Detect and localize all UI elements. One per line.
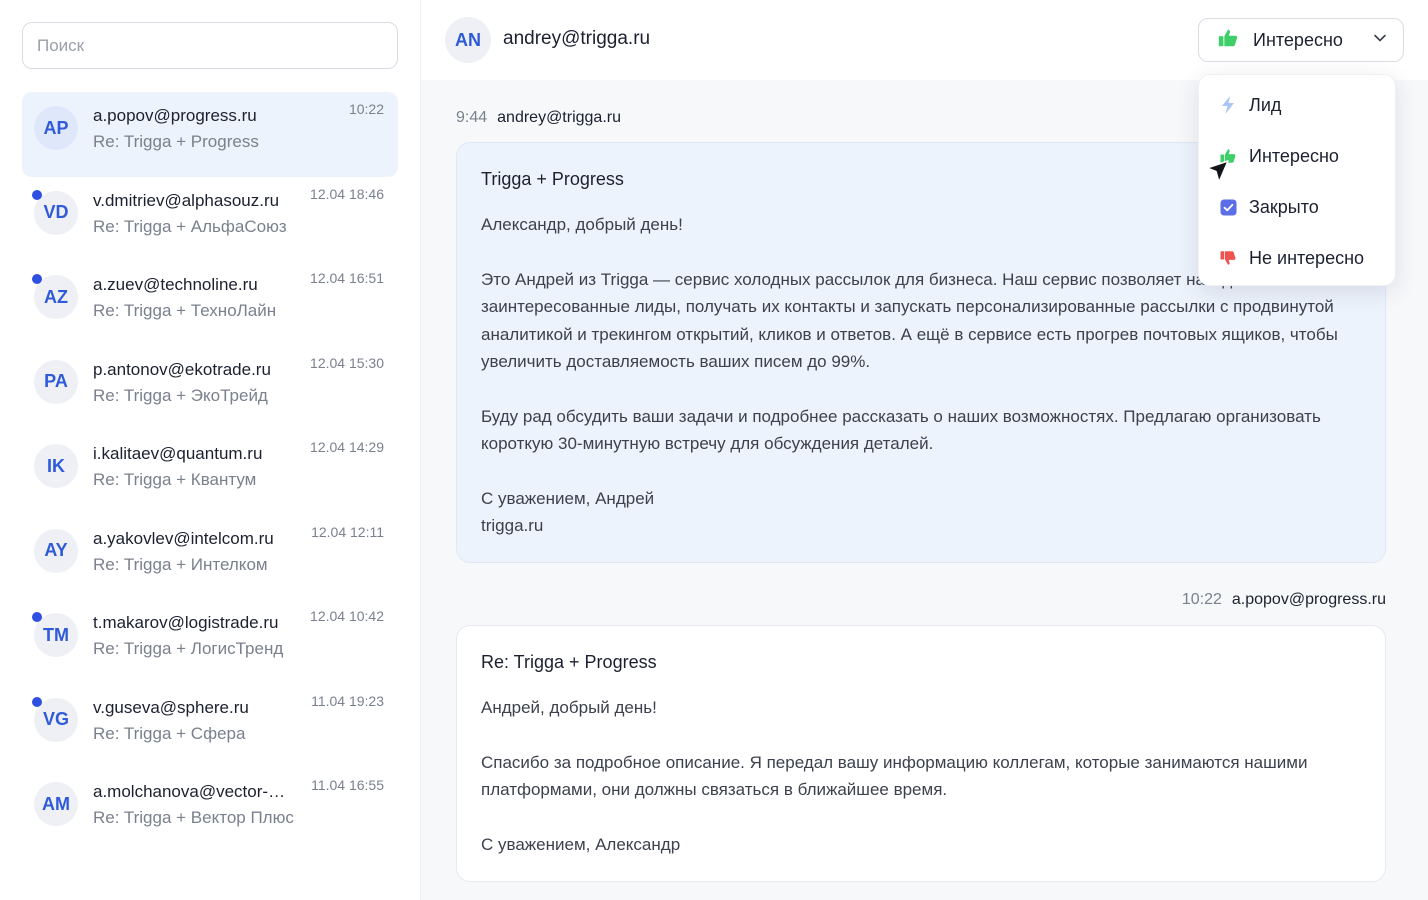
status-option-label: Не интересно [1249,247,1365,268]
message-time: 9:44 [456,109,488,126]
unread-dot [32,274,42,284]
avatar: PA [34,359,78,404]
conversation-subject: Re: Trigga + ТехноЛайн [93,301,277,320]
checkbox-icon [1219,198,1237,216]
conversation-item[interactable]: VG v.guseva@sphere.ru Re: Trigga + Сфера… [22,684,398,769]
conversation-item[interactable]: TM t.makarov@logistrade.ru Re: Trigga + … [22,599,398,684]
conversation-time: 12.04 15:30 [310,354,384,371]
message-meta: 10:22 a.popov@progress.ru [1182,591,1386,609]
unread-dot [32,189,42,200]
conversation-email: v.guseva@sphere.ru [93,697,249,717]
message-body: Андрей, добрый день! Спасибо за подробно… [481,694,1361,858]
conversation-email: a.yakovlev@intelcom.ru [93,528,274,548]
conversation-item[interactable]: AM a.molchanova@vector-plus.ru Re: Trigg… [22,768,398,853]
conversation-subject: Re: Trigga + Сфера [93,723,246,743]
conversation-email: a.zuev@technoline.ru [93,275,258,294]
unread-dot [32,612,42,622]
chevron-down-icon [1373,31,1387,50]
conversation-email: i.kalitaev@quantum.ru [93,444,263,463]
conversation-time: 12.04 10:42 [310,608,384,624]
conversation-time: 11.04 19:23 [311,692,384,709]
message-paragraph: Спасибо за подробное описание. Я передал… [481,752,1308,800]
status-label: Интересно [1253,29,1343,50]
conversation-email: t.makarov@logistrade.ru [93,613,279,632]
status-option-closed[interactable]: Закрыто [1199,185,1397,229]
conversation-item[interactable]: AY a.yakovlev@intelcom.ru Re: Trigga + И… [22,515,398,600]
status-option-not-interested[interactable]: Не интересно [1199,236,1397,280]
conversation-email: v.dmitriev@alphasouz.ru [93,190,280,210]
conversation-subject: Re: Trigga + Вектор Плюс [93,808,294,827]
conversation-time: 12.04 14:29 [310,439,384,455]
conversation-item[interactable]: PA p.antonov@ekotrade.ru Re: Trigga + Эк… [22,346,398,431]
contact-email: andrey@trigga.ru [503,28,651,49]
conversation-item[interactable]: AZ a.zuev@technoline.ru Re: Trigga + Тех… [22,261,398,346]
conversation-subject: Re: Trigga + ЛогисТренд [93,639,284,658]
message-greeting: Андрей, добрый день! [481,698,657,717]
conversation-time: 12.04 18:46 [310,185,384,202]
status-option-label: Интересно [1249,145,1339,166]
message-signature: С уважением, Андрей trigga.ru [481,485,1361,540]
avatar: AP [34,106,78,150]
conversation-subject: Re: Trigga + ЭкоТрейд [93,385,268,405]
status-option-label: Закрыто [1249,196,1319,217]
conversation-email: p.antonov@ekotrade.ru [93,359,271,379]
conversation-item[interactable]: AP a.popov@progress.ru Re: Trigga + Prog… [22,92,398,177]
conversation-subject: Re: Trigga + Квантум [93,470,257,489]
conversation-time: 10:22 [348,101,384,117]
conversation-header: AN andrey@trigga.ru Интересно [421,0,1428,80]
message-time: 10:22 [1181,591,1222,608]
signature-line: trigga.ru [481,516,544,535]
message-sender: a.popov@progress.ru [1231,591,1386,608]
search-input[interactable] [37,35,383,56]
avatar: AM [34,782,78,826]
message-sender: andrey@trigga.ru [497,109,621,126]
search-field[interactable] [22,22,398,69]
conversation-item[interactable]: IK i.kalitaev@quantum.ru Re: Trigga + Кв… [22,430,398,515]
signature-line: С уважением, Андрей [481,488,655,508]
lightning-icon [1219,96,1237,114]
conversation-email: a.molchanova@vector-plus.ru [93,782,289,801]
mouse-cursor-icon [1204,158,1232,186]
conversation-subject: Re: Trigga + Progress [93,132,259,151]
status-dropdown-button[interactable]: Интересно [1198,18,1404,62]
thumbs-down-icon [1219,249,1237,267]
thumbs-up-icon [1217,27,1239,54]
conversation-subject: Re: Trigga + Интелком [93,554,268,574]
conversation-sidebar: AP a.popov@progress.ru Re: Trigga + Prog… [0,0,421,900]
incoming-message-card: Re: Trigga + Progress Андрей, добрый ден… [456,625,1386,882]
message-meta: 9:44 andrey@trigga.ru [456,109,621,127]
status-option-lead[interactable]: Лид [1199,83,1397,127]
conversation-time: 11.04 16:55 [311,777,384,793]
message-signature: С уважением, Александр [481,834,681,854]
conversation-email: a.popov@progress.ru [93,106,257,125]
status-option-label: Лид [1249,94,1282,115]
avatar: AN [445,17,491,63]
conversation-time: 12.04 16:51 [310,270,384,286]
message-subject: Re: Trigga + Progress [481,652,657,672]
unread-dot [32,696,42,707]
conversation-item[interactable]: VD v.dmitriev@alphasouz.ru Re: Trigga + … [22,177,398,262]
avatar: AY [34,528,78,573]
avatar: IK [34,444,78,488]
conversation-subject: Re: Trigga + АльфаСоюз [93,216,287,236]
conversation-time: 12.04 12:11 [311,523,384,540]
message-paragraph: Буду рад обсудить ваши задачи и подробне… [481,406,1321,454]
conversation-list: AP a.popov@progress.ru Re: Trigga + Prog… [22,92,398,853]
